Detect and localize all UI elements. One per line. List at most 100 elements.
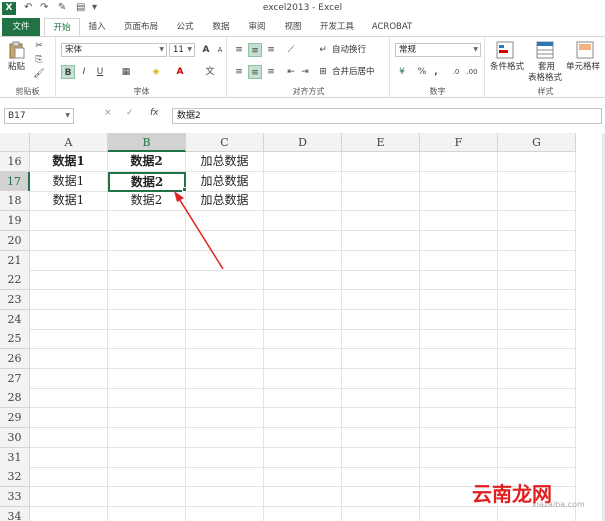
row-header[interactable]: 21 xyxy=(0,250,30,271)
grid-cell[interactable] xyxy=(30,250,108,271)
grid-cell[interactable] xyxy=(264,191,342,212)
row-header[interactable]: 18 xyxy=(0,191,30,212)
grid-cell[interactable] xyxy=(420,250,498,271)
underline-button[interactable]: U xyxy=(93,65,107,79)
grid-cell[interactable] xyxy=(342,447,420,468)
grid-cell[interactable] xyxy=(264,230,342,251)
grid-cell[interactable] xyxy=(264,408,342,429)
grid-cell[interactable]: 加总数据 xyxy=(186,191,264,212)
grid-cell[interactable]: 数据1 xyxy=(30,171,108,192)
grid-cell[interactable] xyxy=(342,289,420,310)
cell-styles-button[interactable]: 单元格样 xyxy=(566,61,600,74)
grid-cell[interactable] xyxy=(186,309,264,330)
grid-cell[interactable] xyxy=(498,171,576,192)
grid-cell[interactable] xyxy=(498,152,576,172)
grid-cell[interactable] xyxy=(420,270,498,291)
tab-page-layout[interactable]: 页面布局 xyxy=(116,18,166,36)
grid-cell[interactable] xyxy=(342,329,420,350)
grid-cell[interactable] xyxy=(342,486,420,507)
grid-cell[interactable] xyxy=(342,152,420,172)
grid-cell[interactable] xyxy=(30,467,108,488)
decrease-decimal-icon[interactable]: .00 xyxy=(465,65,479,79)
grid-cell[interactable] xyxy=(30,368,108,389)
grid-cell[interactable] xyxy=(186,467,264,488)
grid-cell[interactable] xyxy=(498,191,576,212)
align-left-icon[interactable]: ≡ xyxy=(232,65,246,79)
tab-developer[interactable]: 开发工具 xyxy=(314,18,360,36)
grid-cell[interactable] xyxy=(186,289,264,310)
paste-icon[interactable] xyxy=(8,41,26,59)
grid-cell[interactable] xyxy=(30,427,108,448)
border-icon[interactable]: ▦ xyxy=(119,65,133,79)
format-painter-icon[interactable]: 🖌 xyxy=(32,67,46,81)
row-header[interactable]: 26 xyxy=(0,349,30,369)
align-top-icon[interactable]: ≡ xyxy=(232,43,246,57)
grid-cell[interactable] xyxy=(186,211,264,232)
grid-cell[interactable] xyxy=(420,447,498,468)
grid-cell[interactable] xyxy=(186,230,264,251)
grow-font-button[interactable]: A xyxy=(199,43,213,57)
grid-cell[interactable] xyxy=(108,408,186,429)
grid-cell[interactable] xyxy=(264,171,342,192)
font-color-icon[interactable]: A xyxy=(173,65,187,79)
bold-button[interactable]: B xyxy=(61,65,75,79)
tab-home[interactable]: 开始 xyxy=(44,18,80,36)
tab-data[interactable]: 数据 xyxy=(206,18,236,36)
row-header[interactable]: 17 xyxy=(0,171,30,192)
grid-cell[interactable] xyxy=(30,230,108,251)
column-header-a[interactable]: A xyxy=(30,133,108,152)
grid-cell[interactable] xyxy=(498,408,576,429)
font-size-select[interactable]: 11 ▼ xyxy=(169,43,195,57)
row-header[interactable]: 31 xyxy=(0,447,30,468)
grid-cell[interactable] xyxy=(264,250,342,271)
row-header[interactable]: 16 xyxy=(0,152,30,172)
grid-cell[interactable] xyxy=(498,427,576,448)
grid-cell[interactable] xyxy=(30,408,108,429)
format-as-table-icon[interactable] xyxy=(536,41,554,59)
paste-label[interactable]: 粘贴 xyxy=(8,61,25,74)
grid-cell[interactable] xyxy=(108,427,186,448)
grid-cell[interactable] xyxy=(108,349,186,369)
row-header[interactable]: 24 xyxy=(0,309,30,330)
row-header[interactable]: 32 xyxy=(0,467,30,488)
number-format-select[interactable]: 常规 ▼ xyxy=(395,43,481,57)
grid-cell[interactable] xyxy=(264,427,342,448)
tab-formulas[interactable]: 公式 xyxy=(170,18,200,36)
grid-cell[interactable] xyxy=(420,506,498,521)
grid-cell[interactable]: 数据1 xyxy=(30,191,108,212)
grid-cell[interactable] xyxy=(30,329,108,350)
grid-cell[interactable] xyxy=(30,289,108,310)
grid-cell[interactable] xyxy=(264,309,342,330)
grid-cell[interactable] xyxy=(498,270,576,291)
name-box[interactable]: B17 ▼ xyxy=(4,108,74,124)
row-header[interactable]: 20 xyxy=(0,230,30,251)
grid-cell[interactable] xyxy=(342,368,420,389)
accounting-format-icon[interactable]: ¥ xyxy=(395,65,409,79)
font-name-select[interactable]: 宋体 ▼ xyxy=(61,43,167,57)
grid-cell[interactable] xyxy=(342,171,420,192)
column-header-c[interactable]: C xyxy=(186,133,264,152)
grid-cell[interactable] xyxy=(186,368,264,389)
increase-indent-icon[interactable]: ⇥ xyxy=(298,65,312,79)
grid-cell[interactable] xyxy=(342,388,420,409)
grid-cell[interactable] xyxy=(30,309,108,330)
grid-cell[interactable] xyxy=(342,427,420,448)
grid-cell[interactable] xyxy=(342,506,420,521)
tab-file[interactable]: 文件 xyxy=(2,18,40,36)
phonetic-icon[interactable]: 文 xyxy=(203,65,217,79)
align-center-icon[interactable]: ≡ xyxy=(248,65,262,79)
grid-cell[interactable] xyxy=(342,191,420,212)
grid-cell[interactable] xyxy=(108,486,186,507)
grid-cell[interactable] xyxy=(498,388,576,409)
grid-cell[interactable] xyxy=(30,486,108,507)
grid-cell[interactable] xyxy=(186,349,264,369)
grid-cell[interactable] xyxy=(186,250,264,271)
column-header-f[interactable]: F xyxy=(420,133,498,152)
grid-cell[interactable] xyxy=(186,486,264,507)
conditional-format-button[interactable]: 条件格式 xyxy=(490,61,524,74)
cell-styles-icon[interactable] xyxy=(576,41,594,59)
tab-view[interactable]: 视图 xyxy=(278,18,308,36)
grid-cell[interactable] xyxy=(420,368,498,389)
grid-cell[interactable] xyxy=(342,408,420,429)
grid-cell[interactable] xyxy=(420,171,498,192)
